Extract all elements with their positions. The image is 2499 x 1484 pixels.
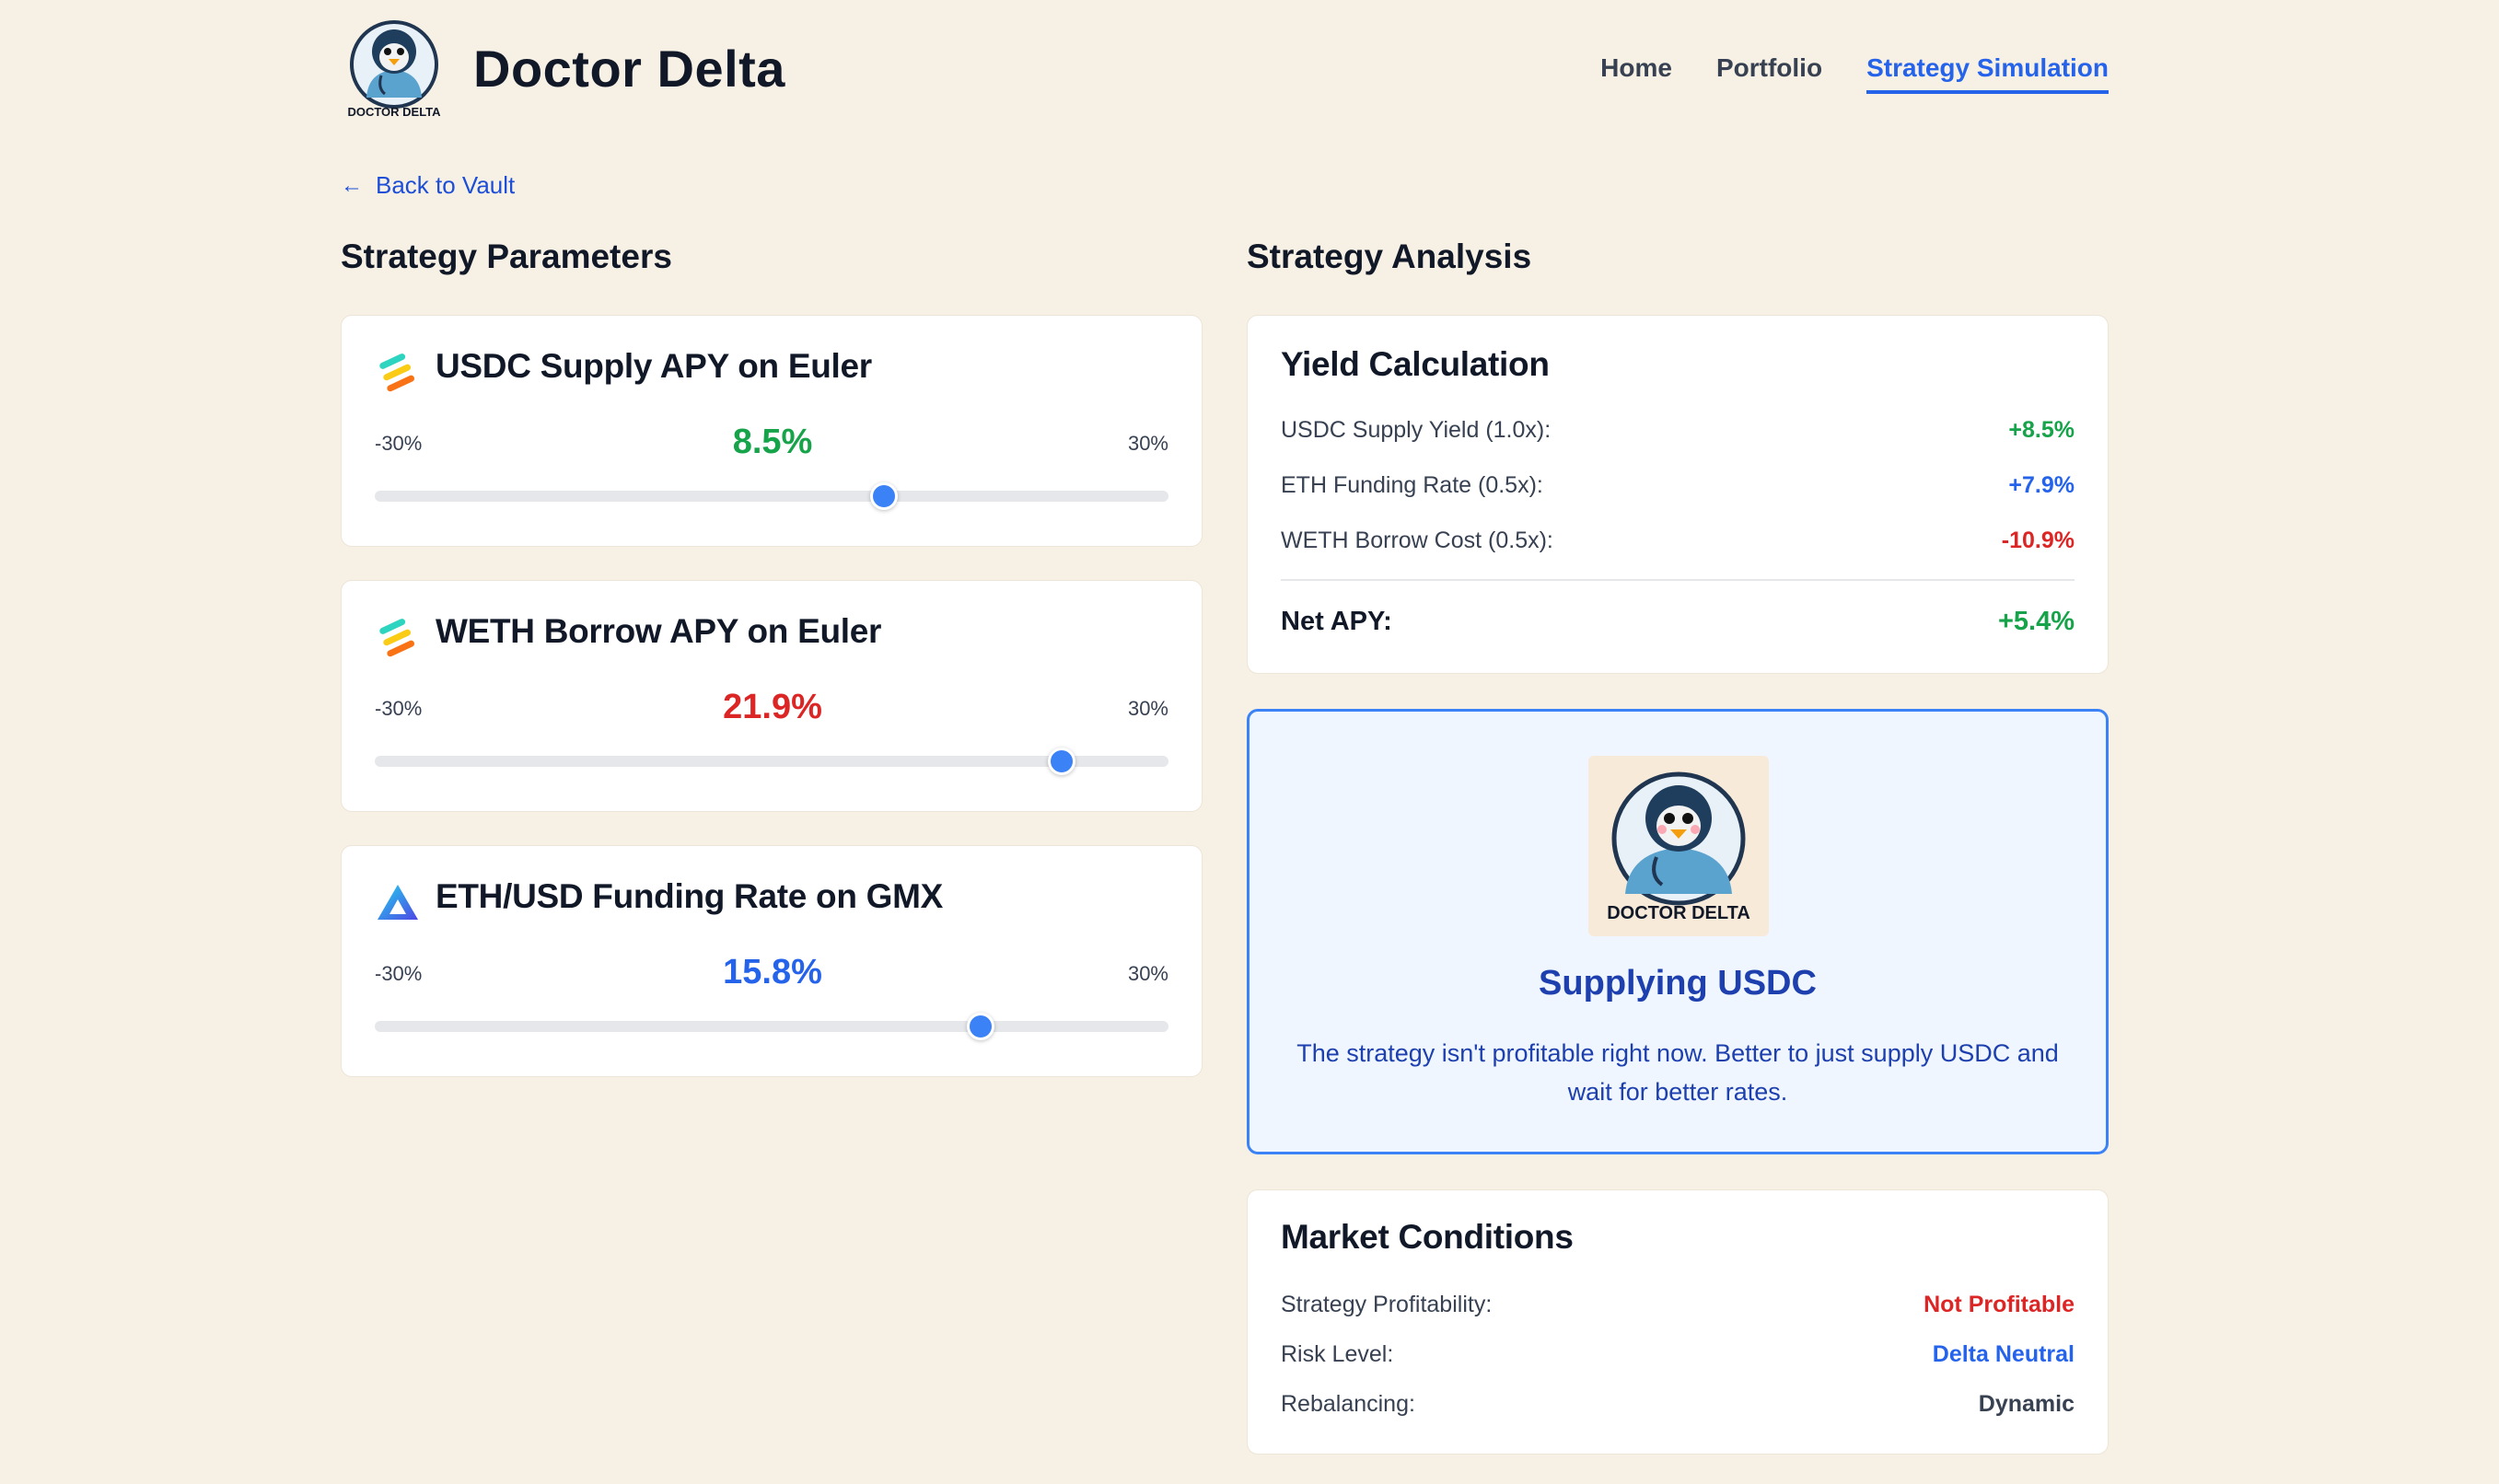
recommendation-text: The strategy isn't profitable right now.… bbox=[1296, 1039, 2059, 1106]
yield-calculation-card: Yield Calculation USDC Supply Yield (1.0… bbox=[1247, 315, 2109, 674]
slider-thumb[interactable] bbox=[966, 1013, 994, 1040]
main-nav: Home Portfolio Strategy Simulation bbox=[1600, 53, 2109, 94]
row-label: Rebalancing: bbox=[1281, 1391, 1415, 1417]
param-value: 15.8% bbox=[723, 953, 822, 991]
market-row-rebalancing: Rebalancing: Dynamic bbox=[1281, 1391, 2075, 1418]
row-value: Dynamic bbox=[1978, 1391, 2075, 1417]
nav-strategy-simulation[interactable]: Strategy Simulation bbox=[1866, 53, 2109, 94]
recommendation-heading: Supplying USDC bbox=[1539, 964, 1817, 1003]
param-value: 21.9% bbox=[723, 688, 822, 726]
market-row-risk-level: Risk Level: Delta Neutral bbox=[1281, 1341, 2075, 1368]
row-label: WETH Borrow Cost (0.5x): bbox=[1281, 528, 1553, 553]
slider-max-label: 30% bbox=[1127, 962, 1168, 985]
param-title: USDC Supply APY on Euler bbox=[436, 347, 872, 385]
yield-row-weth-borrow: WETH Borrow Cost (0.5x): -10.9% bbox=[1281, 528, 2075, 554]
row-value: Not Profitable bbox=[1924, 1292, 2075, 1317]
row-label: Strategy Profitability: bbox=[1281, 1292, 1493, 1317]
row-value: +7.9% bbox=[2008, 472, 2075, 498]
slider-track[interactable] bbox=[375, 1013, 1168, 1040]
arrow-left-icon: ← bbox=[341, 172, 363, 198]
row-label: ETH Funding Rate (0.5x): bbox=[1281, 472, 1543, 498]
row-value: Delta Neutral bbox=[1932, 1341, 2075, 1367]
page: DOCTOR DELTA Doctor Delta Home Portfolio… bbox=[341, 0, 2109, 1484]
nav-home[interactable]: Home bbox=[1600, 53, 1672, 94]
row-value: -10.9% bbox=[2001, 528, 2075, 553]
slider-track[interactable] bbox=[375, 748, 1168, 775]
nav-portfolio[interactable]: Portfolio bbox=[1716, 53, 1822, 94]
param-card-eth-funding: ETH/USD Funding Rate on GMX -30% 15.8% 3… bbox=[341, 845, 1203, 1077]
param-value: 8.5% bbox=[732, 423, 813, 461]
market-row-profitability: Strategy Profitability: Not Profitable bbox=[1281, 1292, 2075, 1318]
yield-row-usdc-supply: USDC Supply Yield (1.0x): +8.5% bbox=[1281, 417, 2075, 444]
back-to-vault-link[interactable]: ← Back to Vault bbox=[341, 171, 515, 200]
net-apy-row: Net APY: +5.4% bbox=[1281, 607, 2075, 637]
yield-calculation-title: Yield Calculation bbox=[1281, 345, 1550, 383]
doctor-delta-avatar: DOCTOR DELTA bbox=[1588, 756, 1769, 936]
slider-thumb[interactable] bbox=[870, 482, 899, 510]
param-card-usdc-supply: USDC Supply APY on Euler -30% 8.5% 30% bbox=[341, 315, 1203, 547]
slider-max-label: 30% bbox=[1127, 432, 1168, 455]
gmx-icon bbox=[378, 885, 418, 920]
net-apy-label: Net APY: bbox=[1281, 607, 1392, 636]
net-apy-value: +5.4% bbox=[1997, 607, 2075, 636]
param-title: ETH/USD Funding Rate on GMX bbox=[436, 877, 943, 915]
param-card-weth-borrow: WETH Borrow APY on Euler -30% 21.9% 30% bbox=[341, 580, 1203, 812]
market-conditions-title: Market Conditions bbox=[1281, 1218, 1574, 1256]
slider-thumb[interactable] bbox=[1047, 748, 1075, 775]
avatar-text: DOCTOR DELTA bbox=[1607, 903, 1750, 923]
slider-track[interactable] bbox=[375, 482, 1168, 510]
yield-row-eth-funding: ETH Funding Rate (0.5x): +7.9% bbox=[1281, 472, 2075, 499]
back-link-label: Back to Vault bbox=[376, 171, 516, 199]
euler-icon bbox=[379, 619, 415, 657]
logo[interactable]: DOCTOR DELTA bbox=[341, 17, 447, 123]
recommendation-card: DOCTOR DELTA Supplying USDC The strategy… bbox=[1247, 709, 2109, 1154]
divider bbox=[1281, 579, 2075, 581]
row-label: USDC Supply Yield (1.0x): bbox=[1281, 417, 1552, 443]
strategy-parameters-title: Strategy Parameters bbox=[341, 238, 672, 275]
row-value: +8.5% bbox=[2008, 417, 2075, 443]
market-conditions-card: Market Conditions Strategy Profitability… bbox=[1247, 1189, 2109, 1455]
row-label: Risk Level: bbox=[1281, 1341, 1394, 1367]
euler-icon bbox=[379, 354, 415, 392]
logo-text: DOCTOR DELTA bbox=[347, 105, 441, 119]
strategy-analysis-title: Strategy Analysis bbox=[1247, 238, 1532, 275]
param-title: WETH Borrow APY on Euler bbox=[436, 612, 882, 650]
brand-name: Doctor Delta bbox=[473, 40, 785, 98]
header: DOCTOR DELTA Doctor Delta Home Portfolio… bbox=[341, 17, 2109, 127]
slider-max-label: 30% bbox=[1127, 697, 1168, 720]
